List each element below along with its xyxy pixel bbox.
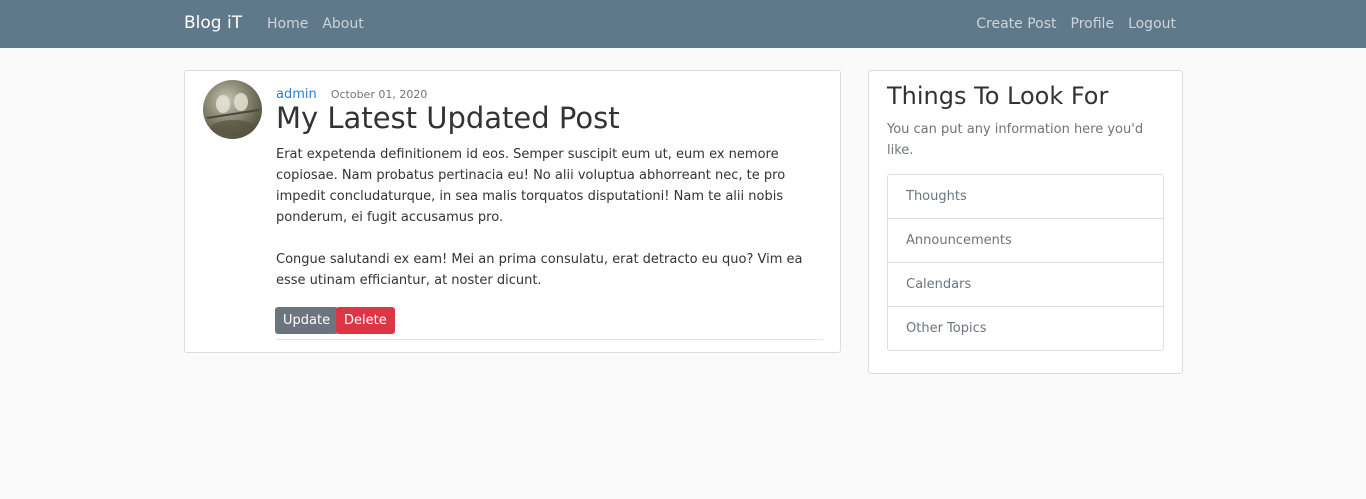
nav-left: Home About <box>267 16 378 32</box>
sidebar-description: You can put any information here you'd l… <box>887 122 1144 158</box>
post-author-link[interactable]: admin <box>276 87 317 102</box>
post-meta: admin October 01, 2020 <box>276 83 427 102</box>
post-card: admin October 01, 2020 My Latest Updated… <box>184 70 841 353</box>
avatar <box>203 80 262 139</box>
nav-profile-link[interactable]: Profile <box>1071 16 1115 32</box>
nav-logout-link[interactable]: Logout <box>1128 16 1176 32</box>
nav-right: Create Post Profile Logout <box>962 16 1176 32</box>
brand-logo[interactable]: Blog iT <box>184 13 242 33</box>
delete-button[interactable]: Delete <box>336 307 395 334</box>
navbar: Blog iT Home About Create Post Profile L… <box>0 0 1366 48</box>
sidebar-card: Things To Look For You can put any infor… <box>868 70 1183 374</box>
sidebar-item-thoughts[interactable]: Thoughts <box>888 175 1163 219</box>
sidebar-title: Things To Look For <box>887 82 1109 110</box>
post-date: October 01, 2020 <box>330 88 428 101</box>
nav-home-link[interactable]: Home <box>267 16 308 32</box>
post-paragraph: Erat expetenda definitionem id eos. Semp… <box>276 147 786 225</box>
post-title[interactable]: My Latest Updated Post <box>276 101 620 135</box>
update-button[interactable]: Update <box>275 307 339 334</box>
sidebar-list: Thoughts Announcements Calendars Other T… <box>887 174 1164 351</box>
post-paragraph: Congue salutandi ex eam! Mei an prima co… <box>276 252 803 288</box>
sidebar-item-other-topics[interactable]: Other Topics <box>888 307 1163 350</box>
nav-about-link[interactable]: About <box>322 16 363 32</box>
sidebar-item-announcements[interactable]: Announcements <box>888 219 1163 263</box>
divider <box>275 339 823 340</box>
sidebar-item-calendars[interactable]: Calendars <box>888 263 1163 307</box>
post-content: Erat expetenda definitionem id eos. Semp… <box>276 144 828 312</box>
nav-create-post-link[interactable]: Create Post <box>976 16 1056 32</box>
avatar-image <box>206 93 260 136</box>
